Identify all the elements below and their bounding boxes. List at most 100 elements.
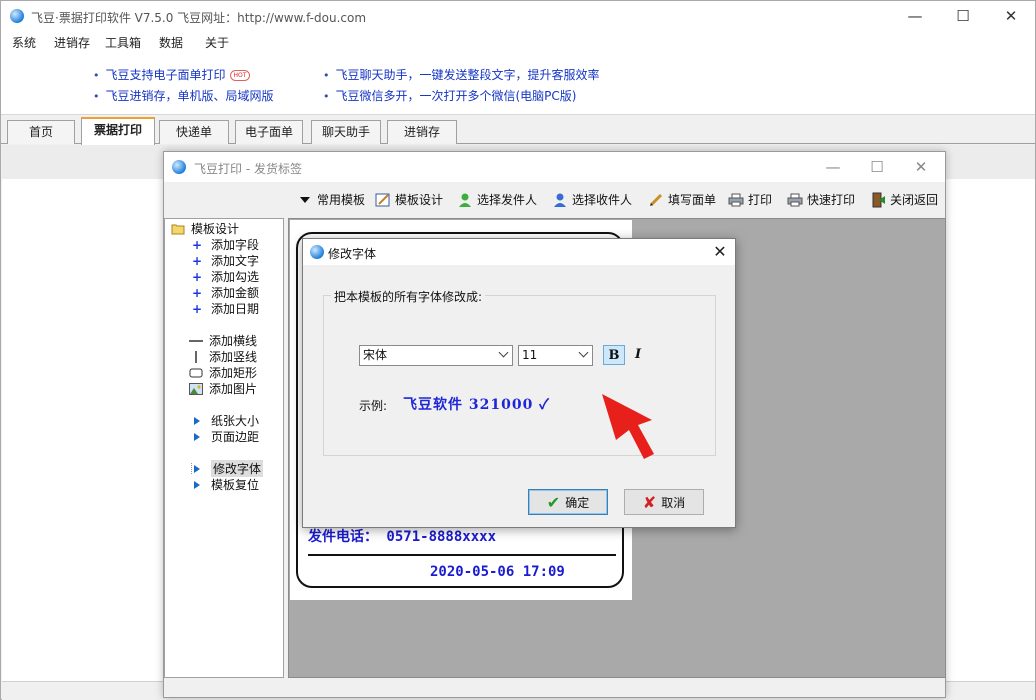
bullet-icon: • <box>93 90 100 103</box>
tree-item-page-margin[interactable]: 页面边距 <box>191 428 259 445</box>
title-bar: 飞豆·票据打印软件 V7.5.0 飞豆网址：http://www.f-dou.c… <box>1 1 1035 31</box>
printer-icon <box>728 192 744 208</box>
app-logo-icon <box>172 160 186 174</box>
font-sample-preview: 飞豆软件 321000 ✓ <box>403 397 550 413</box>
receiver-person-icon <box>552 192 568 208</box>
tree-item-add-rect[interactable]: 添加矩形 <box>189 364 257 381</box>
tree-item-change-font[interactable]: 修改字体 <box>190 460 264 477</box>
promo-link-wechat[interactable]: • 飞豆微信多开，一次打开多个微信(电脑PC版) <box>323 87 576 104</box>
tree-item-add-amount[interactable]: + 添加金额 <box>191 284 259 301</box>
fill-form-button[interactable]: 填写面单 <box>648 191 716 208</box>
design-pen-icon <box>375 192 391 208</box>
check-icon: ✔ <box>546 492 561 512</box>
quick-printer-icon <box>787 192 803 208</box>
plus-icon: + <box>191 301 203 316</box>
plus-icon: + <box>191 285 203 300</box>
child-window-title: 飞豆打印 - 发货标签 <box>194 162 302 176</box>
tab-home[interactable]: 首页 <box>7 120 75 144</box>
select-sender-button[interactable]: 选择发件人 <box>457 191 537 208</box>
tree-item-add-image[interactable]: 添加图片 <box>189 380 257 397</box>
tree-item-add-date[interactable]: + 添加日期 <box>191 300 259 317</box>
tree-item-add-field[interactable]: + 添加字段 <box>191 236 259 253</box>
maximize-button[interactable]: ☐ <box>939 1 987 31</box>
promo-link-inventory[interactable]: • 飞豆进销存，单机版、局域网版 <box>93 87 274 104</box>
sample-label: 示例: <box>359 399 388 413</box>
pencil-icon <box>648 192 664 208</box>
tab-eform[interactable]: 电子面单 <box>235 120 303 144</box>
menu-inventory[interactable]: 进销存 <box>54 34 90 51</box>
template-design-tree: 模板设计 + 添加字段 + 添加文字 + 添加勾选 + 添加金额 + 添加日期 添加横线 … <box>164 218 284 678</box>
promo-link-eform[interactable]: • 飞豆支持电子面单打印 HOT <box>93 66 251 83</box>
promo-banner: • 飞豆支持电子面单打印 HOT • 飞豆聊天助手，一键发送整段文字，提升客服效率 •… <box>1 51 1035 115</box>
menu-toolbox[interactable]: 工具箱 <box>105 34 141 51</box>
red-arrow-annotation-icon <box>602 394 654 459</box>
rectangle-icon <box>189 367 203 379</box>
menu-about[interactable]: 关于 <box>205 34 229 51</box>
bold-toggle[interactable]: B <box>603 345 625 365</box>
child-close-button[interactable]: ✕ <box>899 152 943 182</box>
tree-item-reset-template[interactable]: 模板复位 <box>191 476 259 493</box>
sender-person-icon <box>457 192 473 208</box>
child-maximize-button[interactable]: ☐ <box>855 152 899 182</box>
main-tabs: 首页 票据打印 快递单 电子面单 聊天助手 进销存 <box>1 116 1035 145</box>
label-sender-phone[interactable]: 发件电话： 0571-8888xxxx <box>308 526 496 546</box>
promo-link-chat[interactable]: • 飞豆聊天助手，一键发送整段文字，提升客服效率 <box>323 66 600 83</box>
dialog-close-button[interactable]: ✕ <box>705 239 735 265</box>
chevron-down-icon <box>578 347 589 358</box>
exit-door-icon <box>870 192 886 208</box>
bullet-icon: • <box>323 69 330 82</box>
horizontal-line-icon <box>189 335 203 347</box>
triangle-right-icon <box>191 415 203 427</box>
label-divider <box>308 554 616 556</box>
dialog-title: 修改字体 <box>328 247 377 261</box>
plus-icon: + <box>191 253 203 268</box>
app-logo-icon <box>10 9 24 23</box>
tab-inventory[interactable]: 进销存 <box>387 120 457 144</box>
tab-chat-assistant[interactable]: 聊天助手 <box>311 120 381 144</box>
dialog-title-bar: 修改字体 ✕ <box>303 239 735 265</box>
font-prompt-label: 把本模板的所有字体修改成: <box>331 288 486 305</box>
tree-item-add-checkbox[interactable]: + 添加勾选 <box>191 268 259 285</box>
tab-express[interactable]: 快递单 <box>159 120 229 144</box>
tree-item-add-text[interactable]: + 添加文字 <box>191 252 259 269</box>
font-size-select[interactable]: 11 <box>518 345 593 366</box>
template-design-button[interactable]: 模板设计 <box>375 191 443 208</box>
tree-item-add-vline[interactable]: 添加竖线 <box>189 348 257 365</box>
italic-toggle[interactable]: I <box>627 345 649 365</box>
plus-icon: + <box>191 237 203 252</box>
menu-system[interactable]: 系统 <box>12 34 36 51</box>
quick-print-button[interactable]: 快速打印 <box>787 191 855 208</box>
hot-badge: HOT <box>229 70 251 81</box>
label-toolbar: 常用模板 模板设计 选择发件人 选择收件人 填写面单 打印 快速打印 关闭返回 <box>164 182 945 218</box>
label-datetime[interactable]: 2020-05-06 17:09 <box>430 564 565 580</box>
tab-receipt-print[interactable]: 票据打印 <box>81 117 155 145</box>
child-minimize-button[interactable]: — <box>811 152 855 182</box>
cancel-button[interactable]: ✘ 取消 <box>624 489 704 515</box>
close-button[interactable]: ✕ <box>987 1 1035 31</box>
ok-button[interactable]: ✔ 确定 <box>528 489 608 515</box>
child-title-bar: 飞豆打印 - 发货标签 — ☐ ✕ <box>164 152 945 182</box>
folder-icon <box>171 223 185 235</box>
cross-icon: ✘ <box>642 492 657 512</box>
window-title: 飞豆·票据打印软件 V7.5.0 飞豆网址：http://www.f-dou.c… <box>31 11 367 25</box>
menu-bar: 系统 进销存 工具箱 数据 关于 <box>1 31 1035 51</box>
tree-item-paper-size[interactable]: 纸张大小 <box>191 412 259 429</box>
select-receiver-button[interactable]: 选择收件人 <box>552 191 632 208</box>
minimize-button[interactable]: — <box>891 1 939 31</box>
app-logo-icon <box>310 245 324 259</box>
close-return-button[interactable]: 关闭返回 <box>870 191 938 208</box>
menu-data[interactable]: 数据 <box>159 34 183 51</box>
modify-font-dialog: 修改字体 ✕ 把本模板的所有字体修改成: 宋体 11 B I 示例: 飞豆软件 … <box>302 238 736 528</box>
triangle-right-icon <box>190 462 203 475</box>
bullet-icon: • <box>323 90 330 103</box>
print-button[interactable]: 打印 <box>728 191 772 208</box>
font-name-select[interactable]: 宋体 <box>359 345 513 366</box>
tree-item-add-hline[interactable]: 添加横线 <box>189 332 257 349</box>
common-templates-button[interactable]: 常用模板 <box>297 191 365 208</box>
plus-icon: + <box>191 269 203 284</box>
vertical-line-icon <box>189 350 201 363</box>
tree-root[interactable]: 模板设计 <box>171 220 239 237</box>
triangle-right-icon <box>191 479 203 491</box>
dropdown-triangle-icon <box>297 192 313 208</box>
chevron-down-icon <box>498 347 509 358</box>
